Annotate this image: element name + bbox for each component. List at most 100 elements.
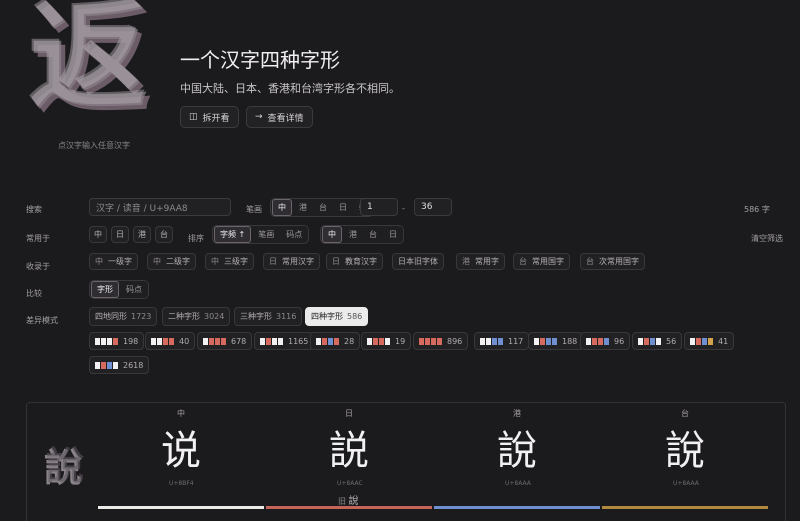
included-filter-region: 港 <box>462 257 470 266</box>
diff-mode-0[interactable]: 四地同形 1723 <box>89 307 158 326</box>
swatch-cell <box>586 337 591 345</box>
diff-combo-0[interactable]: 198 <box>89 332 145 350</box>
swatch-cell <box>95 337 100 345</box>
diff-combo-10[interactable]: 56 <box>632 332 683 350</box>
diff-combo-7[interactable]: 117 <box>474 332 530 350</box>
diff-combo-6[interactable]: 896 <box>413 332 469 350</box>
stroke-region-tw[interactable]: 台 <box>314 200 332 215</box>
diff-combo-9[interactable]: 96 <box>580 332 631 350</box>
column-glyph-3[interactable]: 說 <box>665 426 705 476</box>
stroke-label: 笔画 <box>246 205 262 214</box>
column-region-0: 中 <box>177 409 185 418</box>
included-filter-label: 日本旧字体 <box>398 257 438 266</box>
included-filter-3[interactable]: 日常用汉字 <box>263 253 320 270</box>
swatch-cell <box>101 337 106 345</box>
display-region-cn[interactable]: 中 <box>322 226 342 243</box>
included-filter-0[interactable]: 中一级字 <box>89 253 138 270</box>
column-codepoint-1: U+8AAC <box>337 480 363 487</box>
included-filter-label: 常用国字 <box>532 257 564 266</box>
swatch-cell <box>540 337 545 345</box>
common-region-jp[interactable]: 日 <box>111 226 129 243</box>
column-codepoint-2: U+8AAA <box>505 480 531 487</box>
swatch-cell <box>169 337 174 345</box>
diff-mode-count: 1723 <box>131 312 152 321</box>
diff-combo-4[interactable]: 28 <box>310 332 361 350</box>
page-title: 一个汉字四种字形 <box>180 48 340 72</box>
included-filter-2[interactable]: 中三级字 <box>205 253 254 270</box>
included-filter-8[interactable]: 台次常用国字 <box>580 253 645 270</box>
sort-by-codepoint[interactable]: 码点 <box>281 227 307 242</box>
common-region-tw[interactable]: 台 <box>155 226 173 243</box>
diff-combo-swatch <box>203 337 227 345</box>
included-filter-1[interactable]: 中二级字 <box>147 253 196 270</box>
included-filter-7[interactable]: 台常用国字 <box>513 253 570 270</box>
search-input[interactable]: 汉字 / 读音 / U+9AA8 <box>89 198 231 216</box>
swatch-cell <box>203 337 208 345</box>
common-region-hk[interactable]: 港 <box>133 226 151 243</box>
clear-filters-link[interactable]: 清空筛选 <box>751 233 783 244</box>
stroke-region-hk[interactable]: 港 <box>294 200 312 215</box>
swatch-cell <box>316 337 321 345</box>
swatch-cell <box>163 337 168 345</box>
diff-combo-count: 19 <box>395 336 406 346</box>
column-glyph-2[interactable]: 說 <box>497 426 537 476</box>
sort-selector: 字频 ↑ 笔画 码点 <box>212 225 310 244</box>
diff-combo-8[interactable]: 188 <box>528 332 584 350</box>
stroke-region-selector: 中 港 台 日 韩 <box>270 198 374 217</box>
compare-glyph[interactable]: 字形 <box>91 281 119 298</box>
sort-by-strokes[interactable]: 笔画 <box>253 227 279 242</box>
view-detail-button[interactable]: → 查看详情 <box>246 106 313 128</box>
included-filter-4[interactable]: 日教育汉字 <box>326 253 383 270</box>
diff-row-label: 差异模式 <box>26 316 58 325</box>
compare-codepoint[interactable]: 码点 <box>121 282 147 297</box>
display-region-jp[interactable]: 日 <box>384 227 402 242</box>
included-filter-5[interactable]: 日本旧字体 <box>392 253 444 270</box>
diff-combo-11[interactable]: 41 <box>684 332 735 350</box>
included-filter-label: 常用汉字 <box>282 257 314 266</box>
diff-mode-3[interactable]: 四种字形 586 <box>305 307 369 326</box>
diff-combo-swatch <box>316 337 340 345</box>
hero-glyph[interactable]: 返 返 返 <box>28 0 160 132</box>
diff-combo-swatch <box>638 337 662 345</box>
diff-combo-3[interactable]: 1165 <box>254 332 315 350</box>
stroke-region-jp[interactable]: 日 <box>334 200 352 215</box>
display-region-hk[interactable]: 港 <box>344 227 362 242</box>
swatch-cell <box>656 337 661 345</box>
diff-combo-5[interactable]: 19 <box>361 332 412 350</box>
diff-combo-swatch <box>419 337 443 345</box>
diff-mode-2[interactable]: 三种字形 3116 <box>234 307 303 326</box>
swatch-cell <box>708 337 713 345</box>
result-count: 586 字 <box>744 205 770 214</box>
hero-glyph-layer: 返 <box>28 0 147 124</box>
common-region-cn[interactable]: 中 <box>89 226 107 243</box>
display-region-tw[interactable]: 台 <box>364 227 382 242</box>
diff-mode-1[interactable]: 二种字形 3024 <box>162 307 231 326</box>
column-glyph-0[interactable]: 说 <box>161 426 201 476</box>
included-filter-region: 中 <box>153 257 161 266</box>
swatch-cell <box>437 337 442 345</box>
included-filter-label: 教育汉字 <box>345 257 377 266</box>
diff-combo-1[interactable]: 40 <box>145 332 196 350</box>
sort-by-frequency[interactable]: 字频 ↑ <box>214 226 252 243</box>
swatch-cell <box>498 337 503 345</box>
included-filter-region: 日 <box>332 257 340 266</box>
side-glyph-layer: 說 <box>46 444 85 488</box>
swatch-cell <box>486 337 491 345</box>
diff-combo-2[interactable]: 678 <box>197 332 253 350</box>
column-color-bar-3 <box>602 506 768 509</box>
included-filter-6[interactable]: 港常用字 <box>456 253 505 270</box>
stroke-min-input[interactable]: 1 <box>360 198 398 216</box>
old-form-label: 旧 <box>338 497 346 506</box>
column-color-bar-0 <box>98 506 264 509</box>
stroke-max-input[interactable]: 36 <box>414 198 452 216</box>
stroke-region-cn[interactable]: 中 <box>272 199 292 216</box>
swatch-cell <box>260 337 265 345</box>
diff-combo-swatch <box>367 337 391 345</box>
included-filter-region: 台 <box>586 257 594 266</box>
swatch-cell <box>492 337 497 345</box>
split-view-button[interactable]: ◫ 拆开看 <box>180 106 239 128</box>
view-detail-label: 查看详情 <box>267 113 304 124</box>
diff-combo-count: 2618 <box>123 360 144 370</box>
column-glyph-1[interactable]: 説 <box>329 426 369 476</box>
diff-combo-12[interactable]: 2618 <box>89 356 150 374</box>
